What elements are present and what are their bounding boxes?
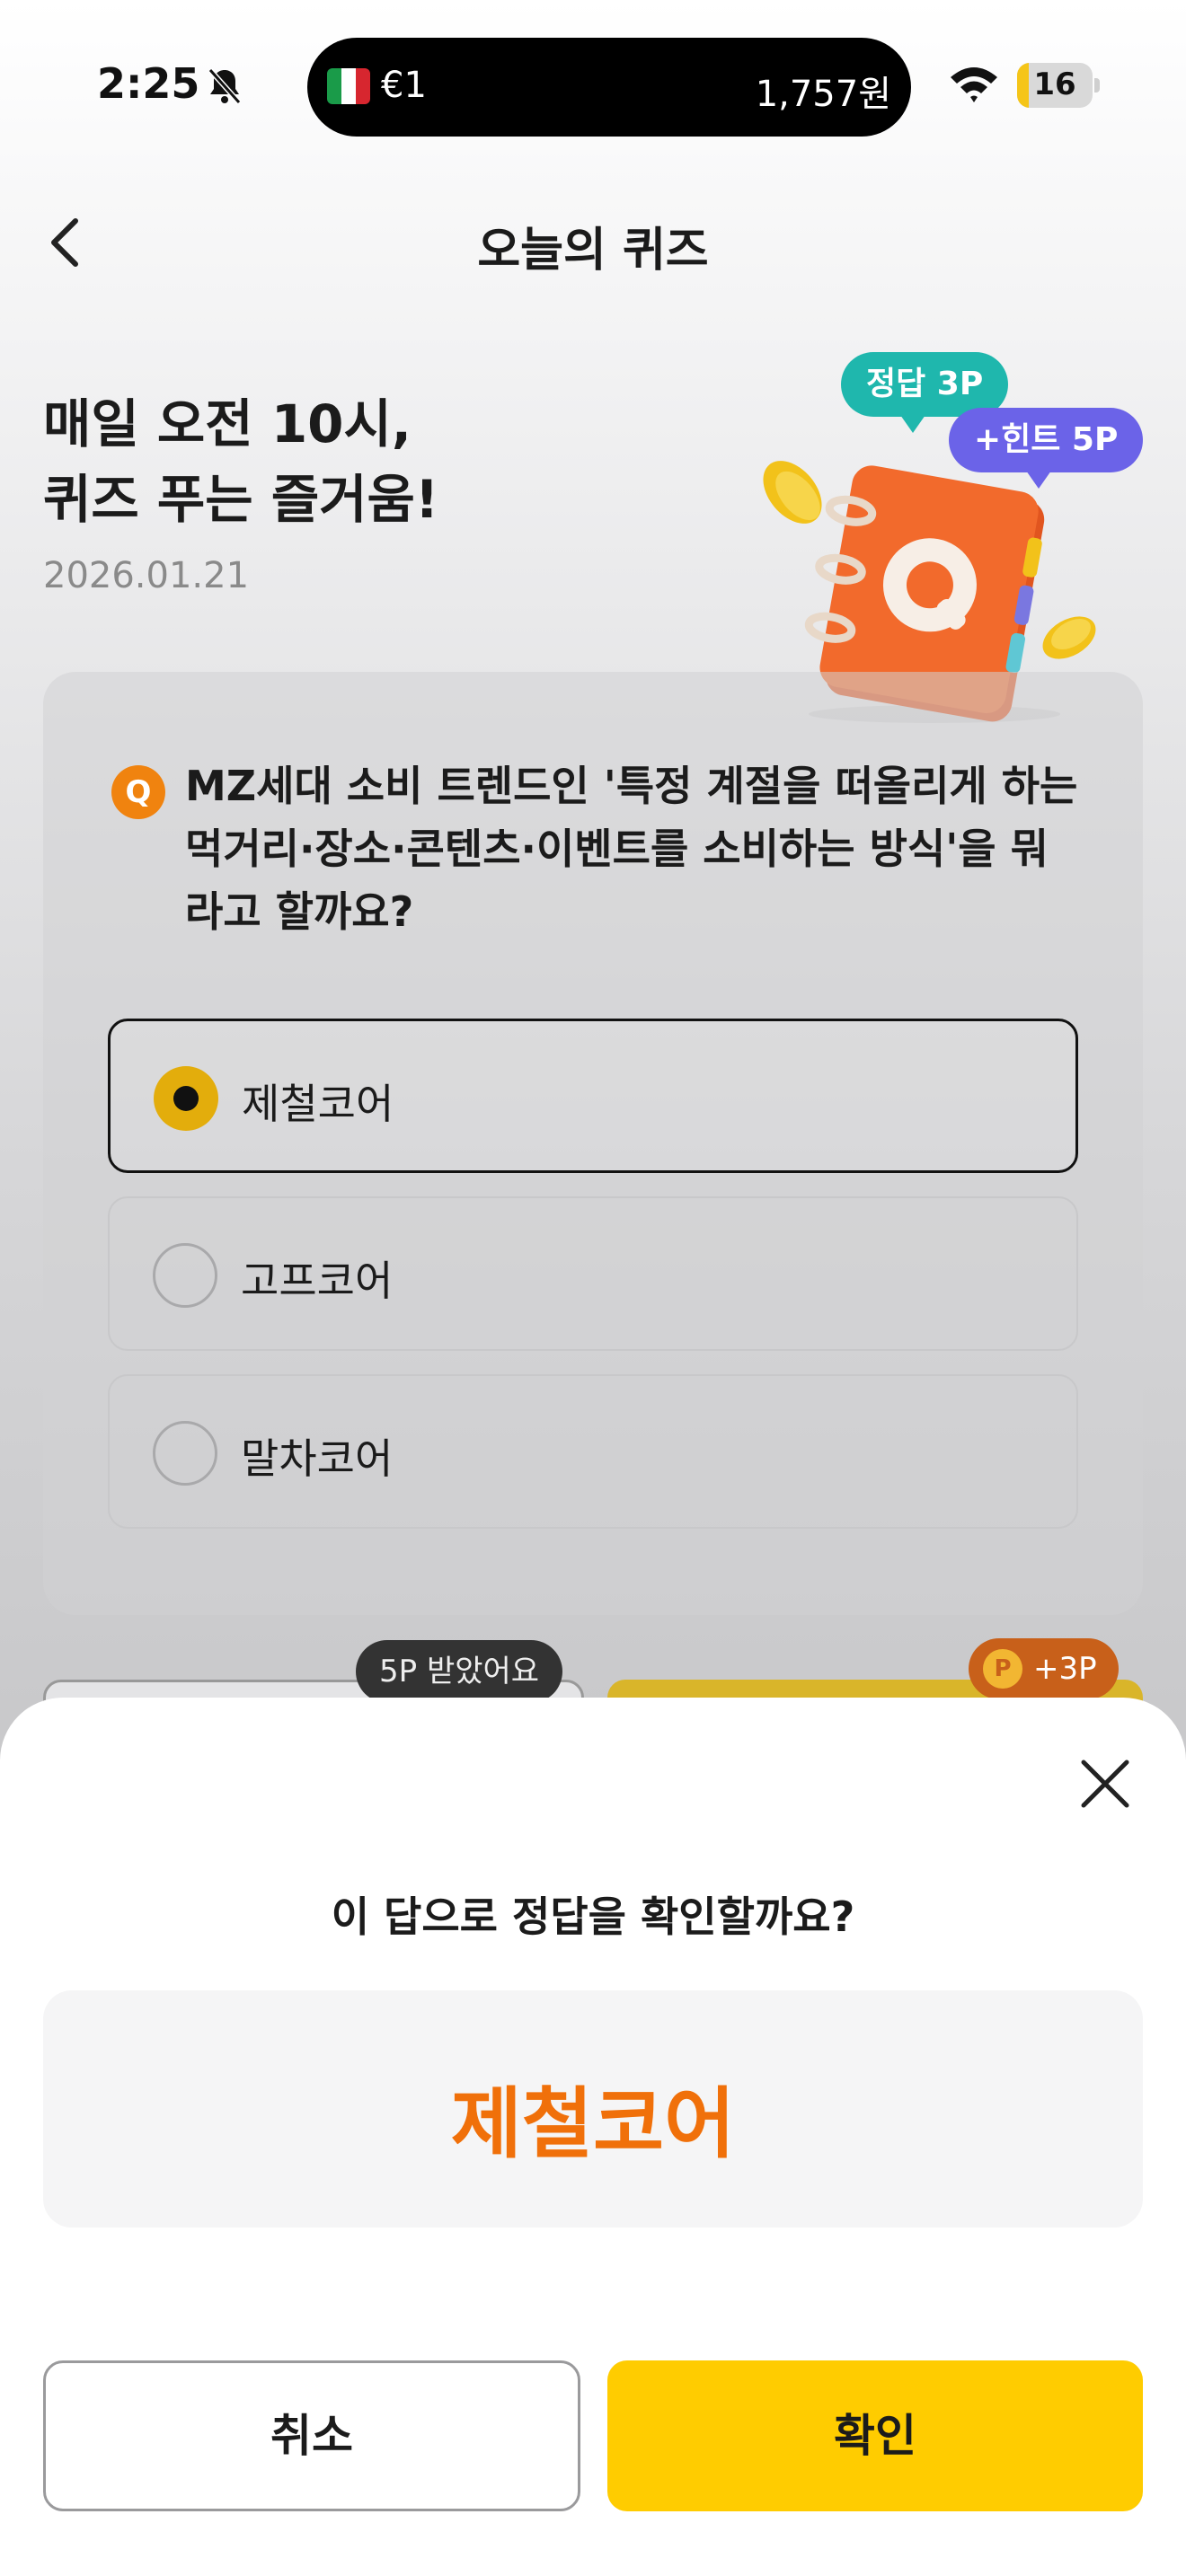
- dynamic-island[interactable]: €1 1,757원: [307, 38, 911, 137]
- answer-option-3[interactable]: 말차코어: [108, 1374, 1078, 1529]
- quiz-page: 2:25 €1 1,757원 16 오늘의 퀴즈 매일 오전 10시, 퀴즈 푸…: [0, 0, 1186, 2576]
- question-text: MZ세대 소비 트렌드인 '특정 계절을 떠올리게 하는 먹거리·장소·콘텐츠·…: [185, 762, 1078, 936]
- radio-selected-icon: [154, 1066, 218, 1131]
- quiz-date: 2026.01.21: [43, 555, 250, 596]
- radio-unselected-icon: [153, 1243, 217, 1308]
- question-badge-icon: Q: [111, 765, 165, 819]
- confirm-question: 이 답으로 정답을 확인할까요?: [331, 1892, 855, 1941]
- status-bar: 2:25 €1 1,757원 16: [0, 0, 1186, 171]
- reward-points-pill: P +3P: [969, 1638, 1119, 1699]
- point-coin-icon: P: [983, 1649, 1022, 1689]
- option-label: 고프코어: [241, 1257, 394, 1305]
- italy-flag-icon: [327, 68, 370, 104]
- page-title: 오늘의 퀴즈: [477, 224, 709, 278]
- hint-points-tag: +힌트 5P: [949, 408, 1144, 489]
- battery-level: 16: [1033, 66, 1076, 102]
- wifi-icon: [951, 67, 997, 102]
- bell-slash-icon: [208, 68, 242, 104]
- radio-unselected-icon: [153, 1421, 217, 1486]
- selected-answer-box: 제철코어: [43, 1990, 1143, 2228]
- battery-icon: 16: [1017, 63, 1100, 108]
- answer-option-1[interactable]: 제철코어: [108, 1019, 1078, 1173]
- confirm-button[interactable]: 확인: [607, 2360, 1143, 2511]
- headline-line-1: 매일 오전 10시,: [43, 393, 412, 454]
- reward-points-label: +3P: [1033, 1651, 1097, 1687]
- hint-received-pill: 5P 받았어요: [356, 1640, 563, 1703]
- status-time: 2:25: [97, 59, 200, 108]
- answer-option-2[interactable]: 고프코어: [108, 1196, 1078, 1351]
- close-icon: [1081, 1760, 1129, 1808]
- close-button[interactable]: [1069, 1748, 1141, 1820]
- island-currency: €1: [381, 65, 427, 106]
- option-label: 말차코어: [241, 1434, 394, 1483]
- headline-line-2: 퀴즈 푸는 즐거움!: [43, 469, 439, 530]
- cancel-button[interactable]: 취소: [43, 2360, 580, 2511]
- selected-answer: 제철코어: [450, 2079, 736, 2169]
- hero-headline: 매일 오전 10시, 퀴즈 푸는 즐거움!: [43, 386, 438, 537]
- confirm-bottom-sheet: 이 답으로 정답을 확인할까요? 제철코어 취소 확인: [0, 1698, 1186, 2576]
- island-amount: 1,757원: [755, 74, 891, 115]
- option-label: 제철코어: [242, 1080, 394, 1128]
